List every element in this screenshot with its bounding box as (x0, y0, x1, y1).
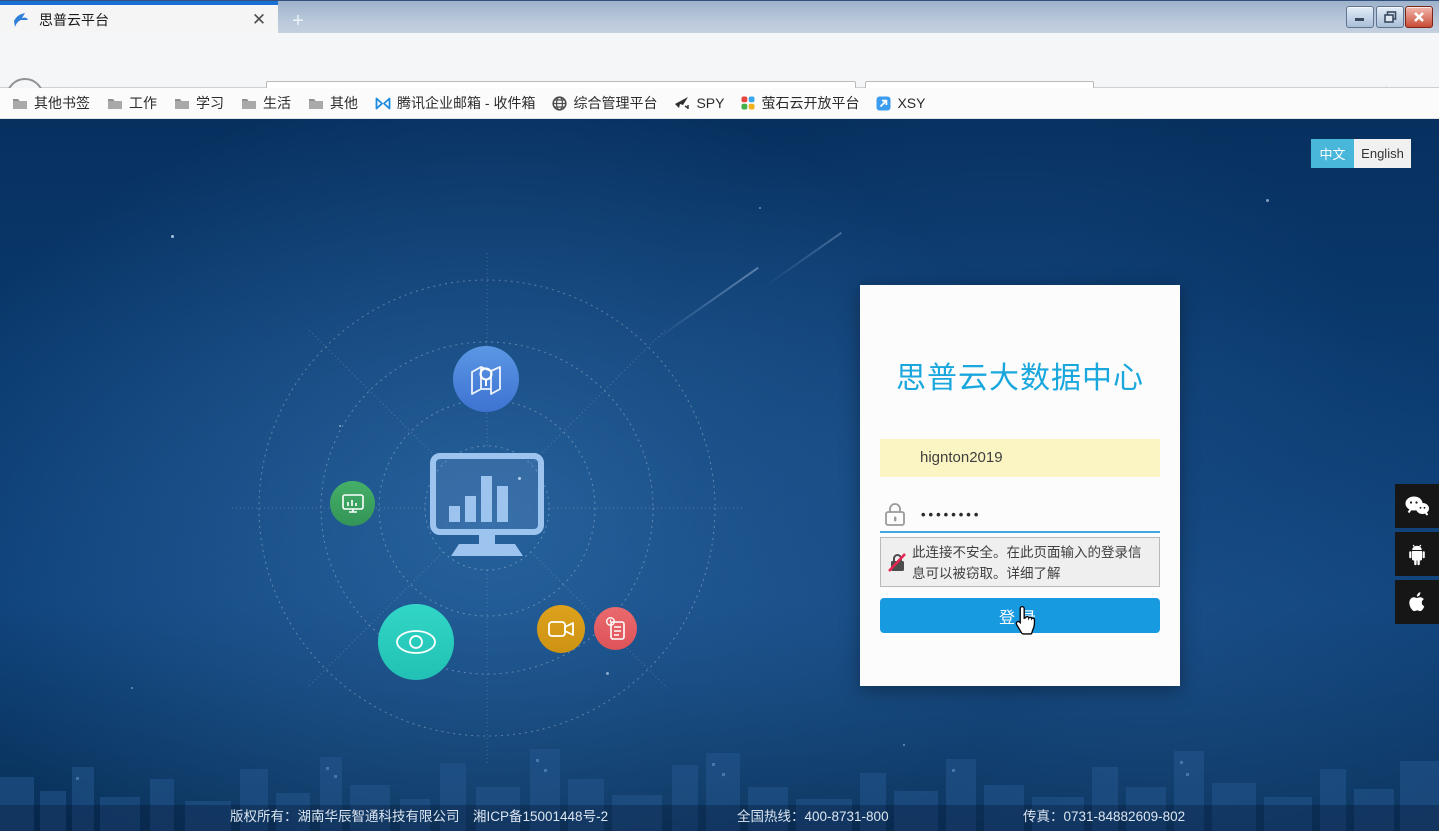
bookmark-tencent-exmail[interactable]: 腾讯企业邮箱 - 收件箱 (375, 93, 535, 113)
footer-hotline: 全国热线：400-8731-800 (737, 805, 889, 825)
diagram-node-map (453, 346, 519, 412)
tab-close-icon[interactable]: ✕ (248, 9, 270, 31)
tab-title: 思普云平台 (39, 10, 248, 30)
star-dot (1266, 199, 1269, 202)
hand-cursor (1012, 605, 1039, 638)
bookmark-spy[interactable]: SPY (674, 95, 724, 111)
bookmark-folder-work[interactable]: 工作 (107, 93, 157, 113)
apple-icon (1406, 589, 1428, 615)
report-doc-icon (604, 616, 628, 642)
globe-icon (552, 96, 567, 111)
monitor-chart-icon (340, 492, 366, 516)
bookmark-management-platform[interactable]: 综合管理平台 (552, 93, 657, 113)
folder-icon (174, 97, 190, 110)
insecure-login-warning: 此连接不安全。在此页面输入的登录信息可以被窃取。详细了解 (880, 537, 1160, 587)
wechat-icon (1404, 495, 1430, 517)
diagram-node-video (537, 605, 585, 653)
diagram-node-eye (378, 604, 454, 680)
ios-app-button[interactable] (1395, 580, 1439, 624)
folder-icon (12, 97, 28, 110)
bookmark-ezviz-platform[interactable]: 萤石云开放平台 (741, 93, 859, 113)
star-dot (171, 235, 174, 238)
site-favicon (12, 11, 30, 29)
folder-icon (107, 97, 123, 110)
password-input[interactable]: •••••••• (880, 497, 1160, 533)
language-option-english[interactable]: English (1354, 139, 1411, 168)
bookmark-folder-other-bookmarks[interactable]: 其他书签 (12, 93, 90, 113)
navigation-toolbar: iot.idosp.net/idosp/login.html 80% ••• (0, 33, 1439, 88)
diagram-node-monitor (330, 481, 375, 526)
close-icon (1413, 11, 1425, 23)
iot-radial-diagram (187, 218, 787, 798)
new-tab-button[interactable]: + (283, 9, 313, 33)
restore-icon (1384, 11, 1397, 23)
window-close-button[interactable] (1405, 6, 1433, 28)
password-mask-dots: •••••••• (921, 507, 981, 522)
bookmark-folder-misc[interactable]: 其他 (308, 93, 358, 113)
footer-copyright: 版权所有：湖南华辰智通科技有限公司 湘ICP备15001448号-2 (230, 805, 608, 825)
city-skyline (0, 739, 1439, 831)
warning-learn-more-link[interactable]: 详细了解 (1007, 566, 1061, 581)
folder-icon (241, 97, 257, 110)
android-icon (1405, 541, 1429, 567)
language-option-chinese[interactable]: 中文 (1311, 139, 1354, 168)
window-minimize-button[interactable] (1346, 6, 1374, 28)
broken-lock-icon (888, 552, 907, 573)
login-card: 思普云大数据中心 hignton2019 •••••••• 此连接不安全。在此页… (860, 285, 1180, 686)
eye-icon (394, 628, 438, 656)
bookmark-folder-study[interactable]: 学习 (174, 93, 224, 113)
diagram-node-report (594, 607, 637, 650)
footer-fax: 传真：0731-84882609-802 (1023, 805, 1185, 825)
map-pin-icon (468, 362, 504, 396)
star-dot (131, 687, 133, 689)
window-restore-button[interactable] (1376, 6, 1404, 28)
browser-tab[interactable]: 思普云平台 ✕ (0, 1, 278, 34)
login-page: 中文 English (0, 119, 1439, 831)
spy-icon (674, 96, 690, 110)
titlebar: 思普云平台 ✕ + (0, 0, 1439, 33)
android-app-button[interactable] (1395, 532, 1439, 576)
language-toggle: 中文 English (1311, 139, 1411, 168)
bookmarks-toolbar: 其他书签 工作 学习 生活 其他 腾讯企业邮箱 - 收件箱 综合管理平台 SPY (0, 88, 1439, 119)
folder-icon (308, 97, 324, 110)
video-camera-icon (547, 619, 575, 639)
wechat-share-button[interactable] (1395, 484, 1439, 528)
ezviz-icon (741, 96, 755, 110)
xsy-icon (876, 96, 891, 111)
username-input[interactable]: hignton2019 (880, 439, 1160, 477)
star-dot (759, 207, 761, 209)
bookmark-folder-life[interactable]: 生活 (241, 93, 291, 113)
bookmark-xsy[interactable]: XSY (876, 95, 925, 111)
password-lock-icon (882, 500, 908, 528)
minimize-icon (1354, 12, 1366, 22)
data-center-monitor-icon (433, 456, 541, 556)
tencent-exmail-icon (375, 97, 391, 110)
login-title: 思普云大数据中心 (860, 353, 1180, 397)
